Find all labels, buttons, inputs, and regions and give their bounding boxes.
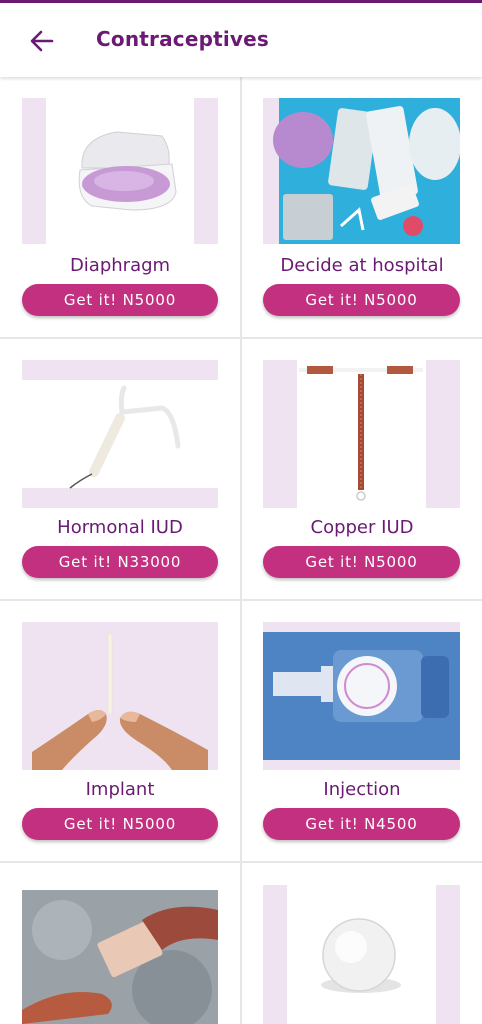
buy-button[interactable]: Get it! N33000 <box>22 546 218 578</box>
product-card-diaphragm[interactable]: Diaphragm Get it! N5000 <box>0 77 240 337</box>
product-card-decide-at-hospital[interactable]: Decide at hospital Get it! N5000 <box>242 77 482 337</box>
app-bar: Contraceptives <box>0 3 482 77</box>
product-label: Decide at hospital <box>280 255 444 276</box>
product-label: Injection <box>323 779 401 800</box>
copper-iud-image <box>263 360 460 508</box>
assorted-contraceptives-image <box>263 98 460 244</box>
pill-pack-hands-image <box>22 890 218 1024</box>
buy-button[interactable]: Get it! N5000 <box>263 284 460 316</box>
product-label: Diaphragm <box>69 255 171 276</box>
product-card-hormonal-iud[interactable]: Hormonal IUD Get it! N33000 <box>0 339 240 599</box>
diaphragm-image <box>22 98 218 244</box>
product-card-injection[interactable]: Injection Get it! N4500 <box>242 601 482 861</box>
injection-image <box>263 622 460 770</box>
white-pill-image <box>263 885 460 1024</box>
page-title: Contraceptives <box>96 27 270 51</box>
hormonal-iud-image <box>22 360 218 508</box>
product-label: Implant <box>85 779 155 800</box>
product-grid: Diaphragm Get it! N5000 Decide at hospit… <box>0 77 482 1024</box>
buy-button[interactable]: Get it! N5000 <box>22 284 218 316</box>
arrow-left-icon[interactable] <box>26 25 58 57</box>
buy-button[interactable]: Get it! N5000 <box>22 808 218 840</box>
product-label: Copper IUD <box>310 517 414 538</box>
buy-button[interactable]: Get it! N4500 <box>263 808 460 840</box>
product-card-copper-iud[interactable]: Copper IUD Get it! N5000 <box>242 339 482 599</box>
product-card-pill[interactable] <box>242 863 482 1024</box>
implant-image <box>22 622 218 770</box>
product-label: Hormonal IUD <box>57 517 183 538</box>
product-card-pills[interactable] <box>0 863 240 1024</box>
product-card-implant[interactable]: Implant Get it! N5000 <box>0 601 240 861</box>
buy-button[interactable]: Get it! N5000 <box>263 546 460 578</box>
